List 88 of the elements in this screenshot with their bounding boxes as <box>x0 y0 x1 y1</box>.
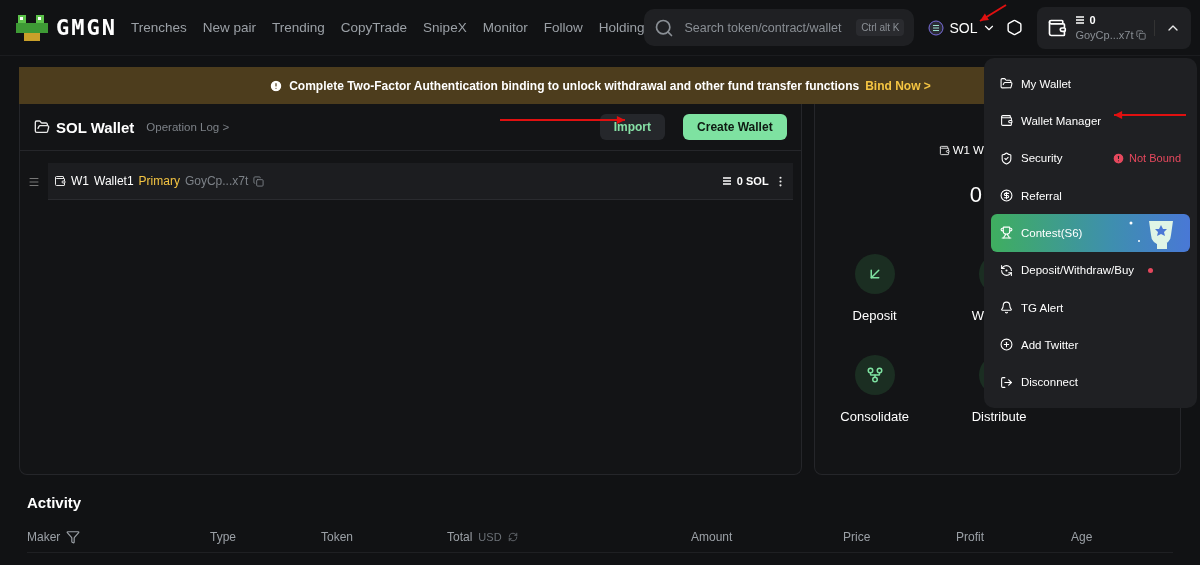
balance-value: 0 <box>969 182 982 208</box>
copy-icon[interactable] <box>1136 30 1147 40</box>
menu-item[interactable]: Disconnect <box>991 363 1190 401</box>
action-button[interactable] <box>854 254 895 294</box>
wallet-index: W1 <box>71 174 89 188</box>
menu-item[interactable]: Add Twitter <box>991 326 1190 364</box>
search-icon <box>654 17 675 38</box>
wallet-row[interactable]: W1 Wallet1 Primary GoyCp...x7t 0 SOL <box>48 163 793 200</box>
wallet-address: GoyCp...x7t <box>184 174 249 188</box>
column-header: Profit <box>956 530 984 544</box>
menu-label[interactable]: Add Twitter <box>1021 338 1079 351</box>
status-badge: Not Bound <box>1112 151 1181 165</box>
wallet-icon <box>1000 114 1013 128</box>
nav-link[interactable]: Trending <box>272 20 325 35</box>
menu-item[interactable]: Security Not Bound <box>991 139 1190 177</box>
frog-logo-icon[interactable] <box>14 12 50 43</box>
menu-item[interactable]: My Wallet <box>991 65 1190 103</box>
trophy-icon <box>1000 226 1013 240</box>
wallet-button[interactable]: 0 GoyCp...x7t <box>1037 6 1192 49</box>
filter-icon[interactable] <box>66 530 81 544</box>
menu-item[interactable]: TG Alert <box>991 288 1190 327</box>
menu-item[interactable]: Referral <box>991 177 1190 215</box>
operation-log-link[interactable]: Operation Log > <box>146 121 230 133</box>
menu-label[interactable]: Wallet Manager <box>1021 115 1102 127</box>
menu-label[interactable]: TG Alert <box>1021 301 1064 314</box>
section-title: Activity <box>27 494 82 511</box>
solana-icon <box>721 176 732 186</box>
menu-item[interactable]: Deposit/Withdraw/Buy <box>991 251 1190 289</box>
nav-link[interactable]: New pair <box>202 20 257 35</box>
banner-text: Complete Two-Factor Authentication binding to unlock withdrawal and other fund transfer functions <box>289 78 860 93</box>
search-input[interactable]: Search token/contract/wallet <box>682 19 849 36</box>
menu-label[interactable]: Deposit/Withdraw/Buy <box>1021 264 1135 277</box>
copy-icon[interactable] <box>253 175 265 187</box>
chain-selector[interactable]: SOL <box>928 19 997 36</box>
bind-link[interactable]: Bind Now > <box>865 78 931 93</box>
alert-icon <box>269 78 284 93</box>
action-button[interactable] <box>854 355 895 395</box>
wallet-icon <box>54 175 66 187</box>
logout-icon <box>1000 375 1013 389</box>
refresh-icon <box>1000 263 1013 277</box>
unit-label[interactable]: USD <box>478 531 502 543</box>
column-header: Price <box>843 530 871 544</box>
settings-icon[interactable] <box>1006 19 1024 36</box>
nav-link[interactable]: Monitor <box>482 20 528 35</box>
wallet-balance: 0 <box>1089 14 1096 26</box>
action-label[interactable]: Deposit <box>852 308 897 323</box>
nav-link[interactable]: Trenches <box>131 20 187 35</box>
solana-icon <box>928 19 945 36</box>
import-button[interactable]: Import <box>599 114 666 140</box>
shortcut-hint: Ctrl alt K <box>856 19 905 36</box>
column-header: Total <box>447 530 473 544</box>
shield-icon <box>1000 151 1013 165</box>
swap-icon[interactable] <box>507 532 518 542</box>
menu-label[interactable]: Security <box>1021 152 1063 165</box>
dollar-coin-icon <box>1000 189 1013 203</box>
logo-text[interactable]: GMGN <box>56 15 117 40</box>
plus-circle-icon <box>1000 338 1013 352</box>
bell-icon <box>1000 301 1013 315</box>
primary-tag: Primary <box>138 174 180 188</box>
folder-icon <box>34 119 50 135</box>
nav-link[interactable]: SnipeX <box>423 20 467 35</box>
wallet-balance: 0 SOL <box>736 175 769 187</box>
menu-label[interactable]: Referral <box>1021 189 1062 202</box>
wallet-address: GoyCp...x7t <box>1075 29 1134 41</box>
create-wallet-button[interactable]: Create Wallet <box>683 114 787 140</box>
wallet-label: W1 W <box>952 144 984 156</box>
folder-icon <box>1000 77 1013 91</box>
action-label[interactable]: Consolidate <box>840 409 909 424</box>
column-header: Amount <box>691 530 733 544</box>
menu-label[interactable]: Disconnect <box>1021 376 1078 389</box>
menu-label[interactable]: My Wallet <box>1021 77 1072 90</box>
wallet-name: Wallet1 <box>94 174 134 188</box>
fork-icon <box>865 366 884 384</box>
column-header: Age <box>1071 530 1093 544</box>
panel-title: SOL Wallet <box>56 118 135 136</box>
drag-handle-icon[interactable] <box>28 175 40 188</box>
nav-link[interactable]: Follow <box>543 20 583 35</box>
solana-icon <box>1075 15 1086 25</box>
nav-link[interactable]: Holding <box>598 20 645 35</box>
search-field[interactable]: Search token/contract/wallet Ctrl alt K <box>644 9 915 46</box>
column-header: Type <box>210 530 236 544</box>
nav-link[interactable]: CopyTrade <box>340 20 408 35</box>
column-header: Maker <box>27 530 61 544</box>
menu-item[interactable]: Wallet Manager <box>991 102 1190 140</box>
column-header: Token <box>321 530 354 544</box>
wallet-icon <box>938 144 950 156</box>
action-label[interactable]: W <box>971 308 984 323</box>
action-label[interactable]: Distribute <box>971 409 1027 424</box>
